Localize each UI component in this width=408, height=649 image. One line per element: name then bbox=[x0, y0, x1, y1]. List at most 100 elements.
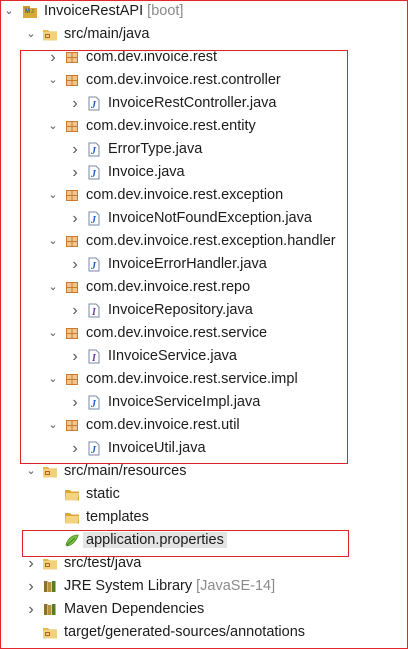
file-invoice-rest-controller-label: InvoiceRestController.java bbox=[108, 95, 277, 111]
svg-text:J: J bbox=[90, 261, 97, 272]
chevron-right-icon[interactable]: › bbox=[69, 253, 81, 276]
tree-row-file-invoice-not-found-exception[interactable]: › J InvoiceNotFoundException.java bbox=[0, 207, 408, 230]
package-util-label: com.dev.invoice.rest.util bbox=[86, 417, 240, 433]
package-exception-label: com.dev.invoice.rest.exception bbox=[86, 187, 284, 203]
chevron-down-icon[interactable]: ⌄ bbox=[47, 368, 59, 391]
properties-file-icon bbox=[64, 533, 80, 548]
tree-row-file-invoice-error-handler[interactable]: › J InvoiceErrorHandler.java bbox=[0, 253, 408, 276]
package-icon bbox=[64, 280, 80, 295]
package-rest-label: com.dev.invoice.rest bbox=[86, 49, 218, 65]
chevron-right-icon[interactable]: › bbox=[25, 598, 37, 621]
chevron-right-icon[interactable]: › bbox=[47, 46, 59, 69]
svg-text:J: J bbox=[90, 399, 97, 410]
source-folder-test-java-label: src/test/java bbox=[64, 555, 142, 571]
java-interface-icon: I bbox=[86, 349, 102, 364]
svg-text:J: J bbox=[31, 9, 34, 15]
chevron-down-icon[interactable]: ⌄ bbox=[47, 230, 59, 253]
package-icon bbox=[64, 73, 80, 88]
chevron-down-icon[interactable]: ⌄ bbox=[25, 23, 37, 46]
tree-row-folder-templates[interactable]: templates bbox=[0, 506, 408, 529]
folder-static-label: static bbox=[86, 486, 120, 502]
file-invoice-error-handler-label: InvoiceErrorHandler.java bbox=[108, 256, 267, 272]
library-icon bbox=[42, 579, 58, 594]
svg-text:J: J bbox=[90, 215, 97, 226]
tree-row-package-exception-handler[interactable]: ⌄ com.dev.invoice.rest.exception.handler bbox=[0, 230, 408, 253]
chevron-down-icon[interactable]: ⌄ bbox=[47, 115, 59, 138]
java-file-icon: J bbox=[86, 395, 102, 410]
chevron-right-icon[interactable]: › bbox=[25, 552, 37, 575]
chevron-right-icon[interactable]: › bbox=[69, 138, 81, 161]
tree-row-package-rest[interactable]: › com.dev.invoice.rest bbox=[0, 46, 408, 69]
tree-row-file-invoice[interactable]: › J Invoice.java bbox=[0, 161, 408, 184]
chevron-down-icon[interactable]: ⌄ bbox=[3, 0, 15, 23]
svg-text:J: J bbox=[90, 100, 97, 111]
chevron-right-icon[interactable]: › bbox=[69, 437, 81, 460]
tree-row-file-invoice-rest-controller[interactable]: › J InvoiceRestController.java bbox=[0, 92, 408, 115]
tree-row-folder-generated-sources[interactable]: target/generated-sources/annotations bbox=[0, 621, 408, 644]
tree-row-package-controller[interactable]: ⌄ com.dev.invoice.rest.controller bbox=[0, 69, 408, 92]
library-jre-suffix: [JavaSE-14] bbox=[192, 578, 276, 594]
chevron-down-icon[interactable]: ⌄ bbox=[47, 69, 59, 92]
source-folder-icon bbox=[42, 27, 58, 42]
tree-row-package-service-impl[interactable]: ⌄ com.dev.invoice.rest.service.impl bbox=[0, 368, 408, 391]
tree-row-file-invoice-repository[interactable]: › I InvoiceRepository.java bbox=[0, 299, 408, 322]
project-icon: MJ bbox=[22, 4, 38, 19]
package-service-impl-label: com.dev.invoice.rest.service.impl bbox=[86, 371, 298, 387]
package-exception-handler-label: com.dev.invoice.rest.exception.handler bbox=[86, 233, 336, 249]
tree-row-library-maven[interactable]: › Maven Dependencies bbox=[0, 598, 408, 621]
tree-row-file-application-properties[interactable]: application.properties bbox=[0, 529, 408, 552]
file-invoice-not-found-exception-label: InvoiceNotFoundException.java bbox=[108, 210, 312, 226]
package-service-label: com.dev.invoice.rest.service bbox=[86, 325, 268, 341]
file-invoice-util-label: InvoiceUtil.java bbox=[108, 440, 206, 456]
package-repo-label: com.dev.invoice.rest.repo bbox=[86, 279, 251, 295]
tree-row-source-folder-test-java[interactable]: › src/test/java bbox=[0, 552, 408, 575]
chevron-down-icon[interactable]: ⌄ bbox=[47, 414, 59, 437]
tree-row-project[interactable]: ⌄ MJ InvoiceRestAPI [boot] bbox=[0, 0, 408, 23]
tree-row-package-service[interactable]: ⌄ com.dev.invoice.rest.service bbox=[0, 322, 408, 345]
chevron-down-icon[interactable]: ⌄ bbox=[47, 184, 59, 207]
tree-row-package-repo[interactable]: ⌄ com.dev.invoice.rest.repo bbox=[0, 276, 408, 299]
source-folder-icon bbox=[42, 625, 58, 640]
file-invoice-label: Invoice.java bbox=[108, 164, 185, 180]
tree-row-source-folder-main-resources[interactable]: ⌄ src/main/resources bbox=[0, 460, 408, 483]
tree-row-package-entity[interactable]: ⌄ com.dev.invoice.rest.entity bbox=[0, 115, 408, 138]
svg-text:J: J bbox=[90, 169, 97, 180]
package-icon bbox=[64, 326, 80, 341]
package-controller-label: com.dev.invoice.rest.controller bbox=[86, 72, 281, 88]
chevron-right-icon[interactable]: › bbox=[25, 575, 37, 598]
tree-row-file-error-type[interactable]: › J ErrorType.java bbox=[0, 138, 408, 161]
chevron-down-icon[interactable]: ⌄ bbox=[47, 276, 59, 299]
folder-icon bbox=[64, 487, 80, 502]
package-icon bbox=[64, 234, 80, 249]
tree-row-file-invoice-util[interactable]: › J InvoiceUtil.java bbox=[0, 437, 408, 460]
tree-row-folder-static[interactable]: static bbox=[0, 483, 408, 506]
source-folder-main-resources-label: src/main/resources bbox=[64, 463, 187, 479]
source-folder-main-java-label: src/main/java bbox=[64, 26, 150, 42]
tree-row-package-exception[interactable]: ⌄ com.dev.invoice.rest.exception bbox=[0, 184, 408, 207]
folder-templates-label: templates bbox=[86, 509, 149, 525]
chevron-down-icon[interactable]: ⌄ bbox=[47, 322, 59, 345]
folder-icon bbox=[64, 510, 80, 525]
file-invoice-service-impl-label: InvoiceServiceImpl.java bbox=[108, 394, 261, 410]
chevron-down-icon[interactable]: ⌄ bbox=[25, 460, 37, 483]
project-name: InvoiceRestAPI bbox=[44, 3, 144, 19]
chevron-right-icon[interactable]: › bbox=[69, 161, 81, 184]
java-file-icon: J bbox=[86, 211, 102, 226]
file-iinvoice-service-label: IInvoiceService.java bbox=[108, 348, 237, 364]
chevron-right-icon[interactable]: › bbox=[69, 92, 81, 115]
java-file-icon: J bbox=[86, 257, 102, 272]
chevron-right-icon[interactable]: › bbox=[69, 391, 81, 414]
chevron-right-icon[interactable]: › bbox=[69, 345, 81, 368]
package-explorer-tree[interactable]: ⌄ MJ InvoiceRestAPI [boot] ⌄ src/main/jav… bbox=[0, 0, 408, 644]
java-interface-icon: I bbox=[86, 303, 102, 318]
source-folder-icon bbox=[42, 556, 58, 571]
tree-row-package-util[interactable]: ⌄ com.dev.invoice.rest.util bbox=[0, 414, 408, 437]
file-application-properties-label: application.properties bbox=[83, 532, 227, 548]
tree-row-file-iinvoice-service[interactable]: › I IInvoiceService.java bbox=[0, 345, 408, 368]
tree-row-library-jre[interactable]: › JRE System Library [JavaSE-14] bbox=[0, 575, 408, 598]
tree-row-source-folder-main-java[interactable]: ⌄ src/main/java bbox=[0, 23, 408, 46]
chevron-right-icon[interactable]: › bbox=[69, 207, 81, 230]
chevron-right-icon[interactable]: › bbox=[69, 299, 81, 322]
library-icon bbox=[42, 602, 58, 617]
tree-row-file-invoice-service-impl[interactable]: › J InvoiceServiceImpl.java bbox=[0, 391, 408, 414]
